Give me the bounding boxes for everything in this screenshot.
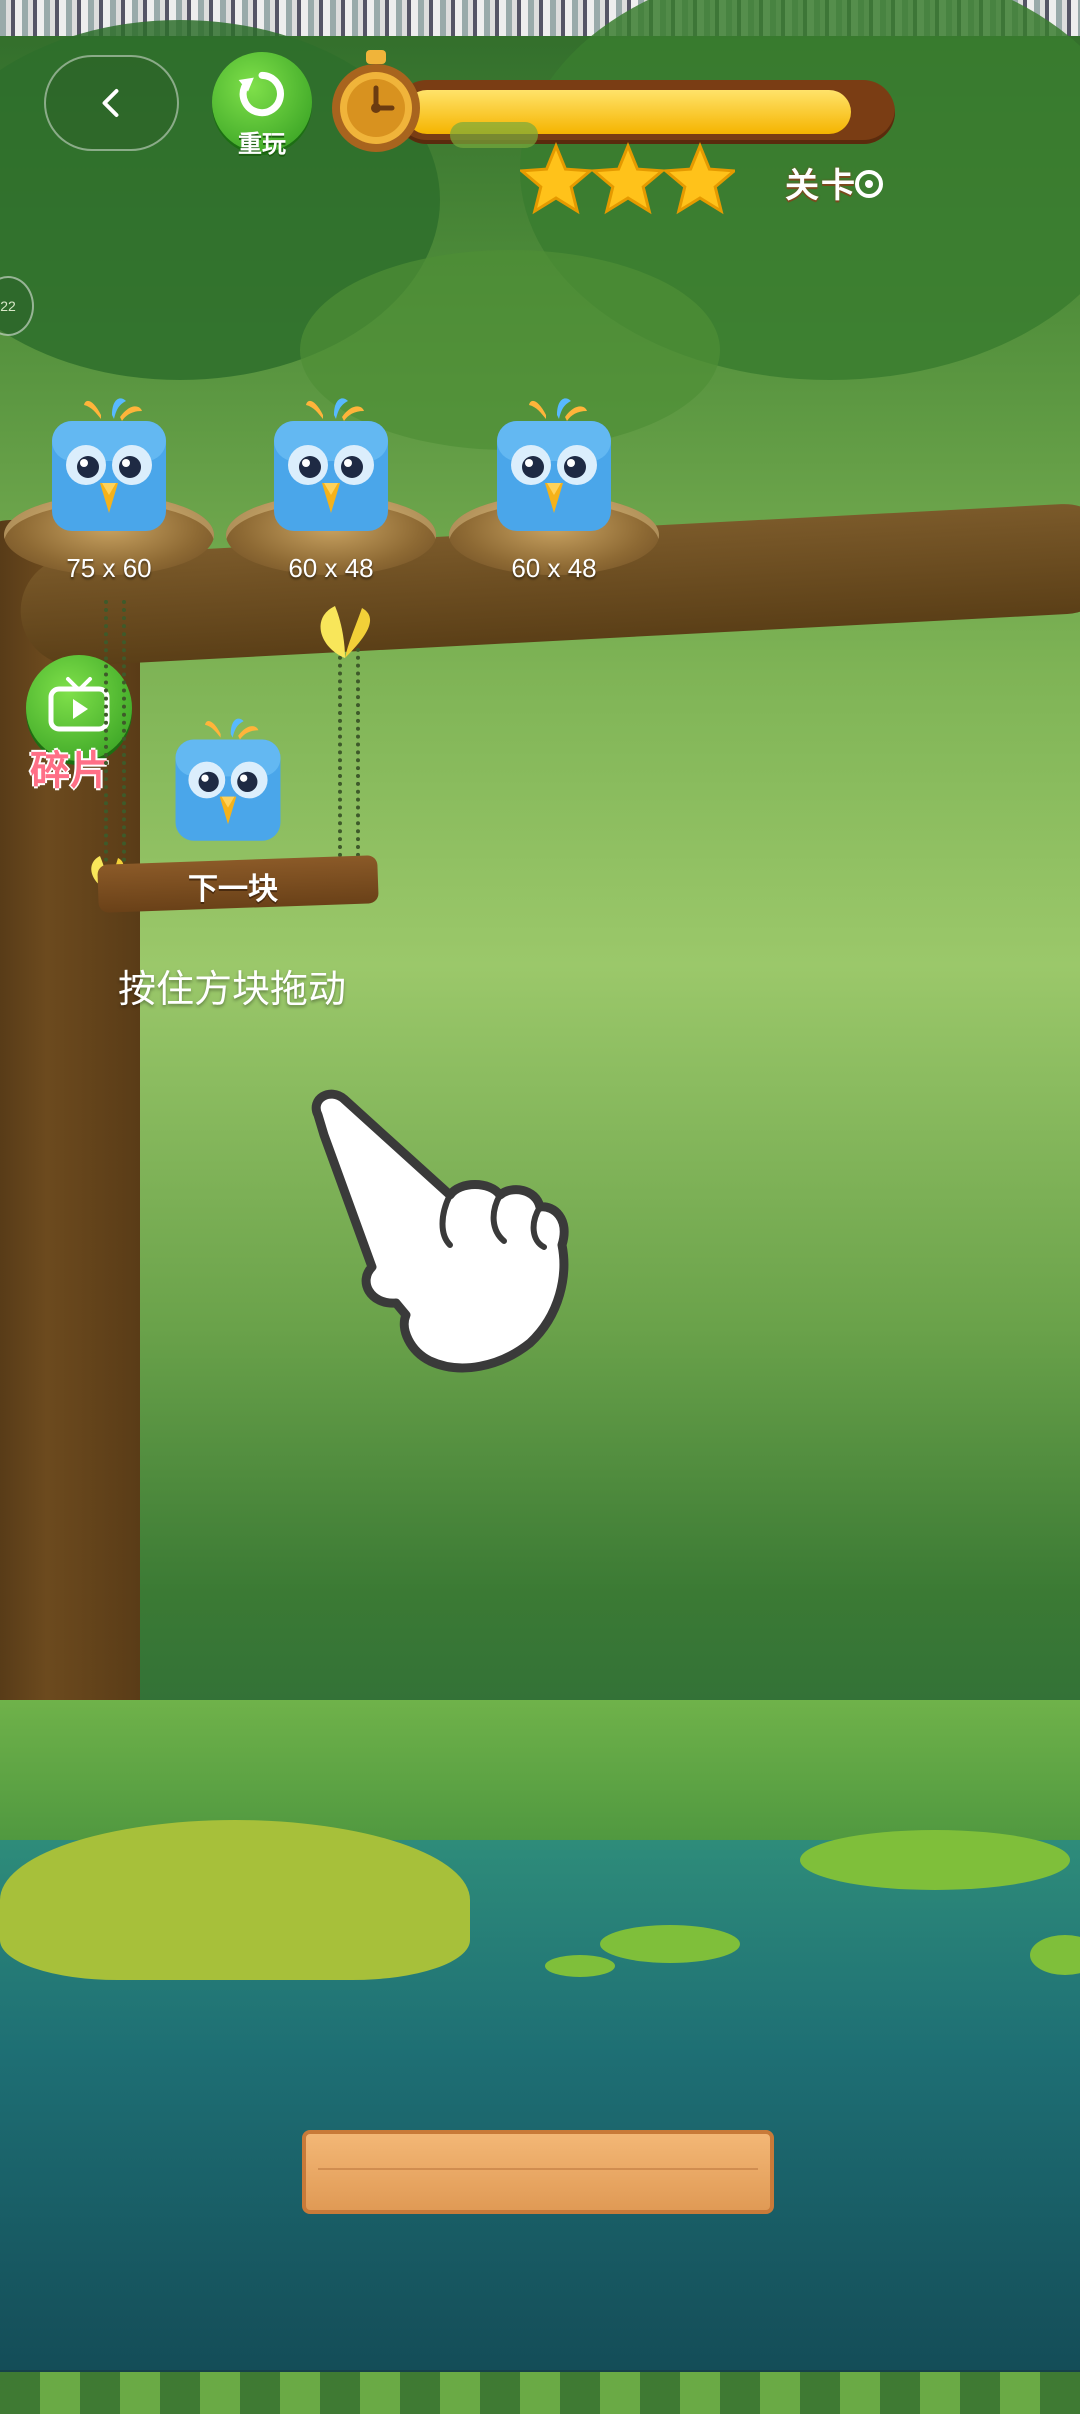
lily-pad [545,1955,615,1977]
lily-pad [800,1830,1070,1890]
star-icon [520,142,594,215]
replay-button[interactable]: 重玩 [212,52,312,158]
level-label: 关卡 [785,167,857,205]
pointing-hand-icon [311,1089,569,1373]
back-button[interactable] [44,55,179,151]
swing-chain [104,600,126,870]
nest-slot[interactable]: 60 x 48 [226,395,436,615]
next-block-label: 下一块 [188,873,278,906]
replay-icon [238,71,284,117]
butterfly-icon [320,606,371,658]
star-rating [520,142,735,215]
star-icon [662,142,735,215]
next-bird-block[interactable] [170,712,286,848]
bird-block-icon [46,395,172,535]
bird-block-icon [268,395,394,535]
nest-slot[interactable]: 75 x 60 [4,395,214,615]
bird-block-icon [491,395,617,535]
chevron-left-icon [102,89,118,117]
nest-size-label: 60 x 48 [288,553,374,583]
drag-hint-text: 按住方块拖动 [118,969,347,1011]
replay-label: 重玩 [238,131,286,158]
wooden-plank-platform[interactable] [302,2130,774,2214]
stopwatch-icon [332,50,420,152]
nest-slot[interactable]: 60 x 48 [449,395,659,615]
lily-pad [600,1925,740,1963]
star-icon [590,142,666,215]
fragment-label: 碎片 [30,749,110,793]
game-screen: 重玩 关卡 22 75 x 60 60 x 48 60 x 48 碎片 下一块 … [0,0,1080,2414]
tv-play-icon [48,677,110,732]
nest-size-label: 75 x 60 [66,553,152,583]
bush [0,1820,470,1980]
nest-size-label: 60 x 48 [511,553,597,583]
bottom-strip [0,2372,1080,2414]
level-badge-icon [855,170,883,198]
